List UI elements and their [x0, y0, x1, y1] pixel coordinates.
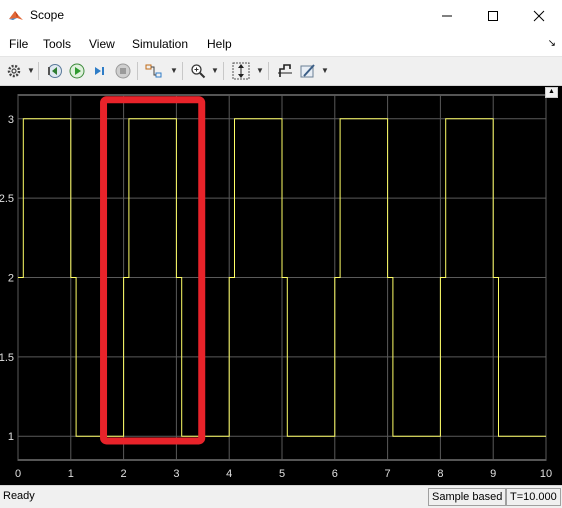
y-tick-label: 3 [8, 114, 14, 126]
toolbar-separator [182, 62, 183, 80]
maximize-icon [488, 11, 498, 21]
toolbar-separator [268, 62, 269, 80]
toolbar: ▼ ▼ ▼ ▼ ▼ [0, 57, 562, 86]
x-tick-label: 8 [437, 468, 443, 480]
x-tick-label: 7 [385, 468, 391, 480]
menu-file[interactable]: File [9, 37, 28, 51]
scope-display[interactable]: ▲ 0 1 2 3 4 5 6 7 8 9 10 1 1.5 2 2.5 3 [0, 86, 562, 485]
step-forward-icon [95, 67, 104, 75]
menu-simulation[interactable]: Simulation [132, 37, 188, 51]
menu-help[interactable]: Help [207, 37, 232, 51]
stop-button[interactable] [113, 61, 133, 81]
close-icon [533, 10, 545, 22]
y-tick-label: 1 [8, 431, 14, 443]
toolbar-separator [137, 62, 138, 80]
step-back-icon [48, 64, 62, 78]
toolbar-separator [38, 62, 39, 80]
zoom-button[interactable] [188, 61, 208, 81]
status-sim-time: T=10.000 [506, 488, 561, 506]
scale-axes-icon [232, 62, 250, 80]
x-tick-label: 1 [68, 468, 74, 480]
zoom-dropdown-icon[interactable]: ▼ [211, 66, 219, 75]
close-button[interactable] [516, 0, 562, 32]
cursor-measure-button[interactable] [275, 61, 295, 81]
zoom-icon [191, 64, 206, 79]
menu-bar: File Tools View Simulation Help ↘ [0, 32, 562, 57]
scope-plot: 0 1 2 3 4 5 6 7 8 9 10 1 1.5 2 2.5 3 [0, 94, 552, 480]
menu-view[interactable]: View [89, 37, 115, 51]
settings-icon [7, 64, 21, 78]
run-icon [69, 63, 85, 79]
undock-axes-button[interactable]: ▲ [545, 87, 558, 98]
minimize-button[interactable] [424, 0, 470, 32]
y-tick-label: 1.5 [0, 352, 14, 364]
title-bar: Scope [0, 0, 562, 32]
x-tick-label: 0 [15, 468, 21, 480]
settings-dropdown-icon[interactable]: ▼ [27, 66, 35, 75]
style-button[interactable] [298, 61, 318, 81]
matlab-logo-icon [9, 11, 23, 20]
highlight-block-icon [145, 64, 162, 78]
toolbar-separator [223, 62, 224, 80]
step-back-button[interactable] [44, 61, 64, 81]
status-bar: Ready Sample based T=10.000 [0, 485, 562, 508]
stop-icon [115, 63, 131, 79]
cursor-measure-icon [278, 64, 292, 77]
x-tick-label: 5 [279, 468, 285, 480]
y-tick-label: 2.5 [0, 193, 14, 205]
x-tick-label: 10 [540, 468, 552, 480]
menu-tools[interactable]: Tools [43, 37, 71, 51]
x-tick-label: 2 [121, 468, 127, 480]
style-dropdown-icon[interactable]: ▼ [321, 66, 329, 75]
style-icon [300, 64, 315, 78]
highlight-block-button[interactable] [144, 61, 164, 81]
step-forward-button[interactable] [90, 61, 110, 81]
y-tick-label: 2 [8, 273, 14, 285]
highlight-dropdown-icon[interactable]: ▼ [170, 66, 178, 75]
x-tick-label: 4 [226, 468, 232, 480]
dock-arrow-icon[interactable]: ↘ [548, 38, 556, 49]
status-sample-mode: Sample based [428, 488, 507, 506]
scale-dropdown-icon[interactable]: ▼ [256, 66, 264, 75]
x-tick-label: 9 [490, 468, 496, 480]
status-ready: Ready [3, 490, 35, 502]
maximize-button[interactable] [470, 0, 516, 32]
minimize-icon [442, 15, 452, 17]
scale-axes-button[interactable] [231, 61, 251, 81]
x-tick-label: 6 [332, 468, 338, 480]
window-title: Scope [30, 8, 65, 22]
x-tick-label: 3 [173, 468, 179, 480]
settings-button[interactable] [4, 61, 24, 81]
run-button[interactable] [67, 61, 87, 81]
